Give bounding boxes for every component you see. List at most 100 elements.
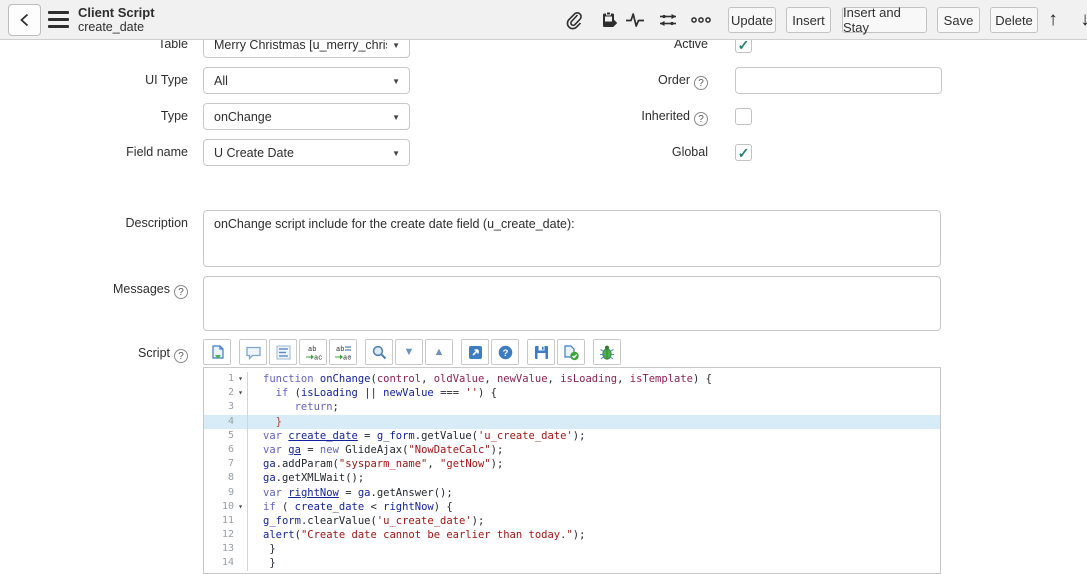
code-token: create_date bbox=[288, 429, 358, 442]
description-field[interactable]: onChange script include for the create d… bbox=[203, 210, 941, 267]
script-code-editor[interactable]: 1 ▾ function onChange(control, oldValue, n… bbox=[203, 367, 941, 574]
svg-text:ab: ab bbox=[336, 346, 344, 354]
code-line[interactable]: 10 ▾ if ( create_date < rightNow) { bbox=[204, 499, 940, 514]
code-token: = bbox=[357, 429, 377, 442]
code-token: ga bbox=[263, 458, 276, 471]
global-checkbox[interactable]: ✓ bbox=[735, 144, 752, 161]
format-code-icon[interactable] bbox=[269, 339, 297, 365]
up-arrow-icon[interactable]: ↑ bbox=[1040, 8, 1066, 32]
save-script-icon[interactable] bbox=[527, 339, 555, 365]
insert-button[interactable]: Insert bbox=[786, 7, 831, 33]
line-number: 5 bbox=[227, 429, 234, 441]
replace-icon[interactable]: ab ac bbox=[299, 339, 327, 365]
syntax-editor-toggle-icon[interactable] bbox=[203, 339, 231, 365]
code-line[interactable]: 2 ▾ if (isLoading || newValue === '') { bbox=[204, 386, 940, 401]
update-button[interactable]: Update bbox=[728, 7, 776, 33]
fold-toggle-icon[interactable]: ▾ bbox=[234, 500, 247, 514]
code-token: 'u_create_date' bbox=[477, 429, 573, 442]
code-line[interactable]: 1 ▾ function onChange(control, oldValue, n… bbox=[204, 372, 940, 387]
description-label: Description bbox=[125, 216, 188, 230]
attachment-icon[interactable] bbox=[561, 8, 587, 32]
code-line[interactable]: 5 var create_date = g_form.getValue('u_cr… bbox=[204, 428, 940, 443]
search-icon[interactable] bbox=[365, 339, 393, 365]
comment-icon[interactable] bbox=[239, 339, 267, 365]
code-token: = bbox=[338, 486, 358, 499]
code-text: alert("Create date cannot be earlier tha… bbox=[248, 528, 585, 542]
personalize-form-icon[interactable] bbox=[655, 8, 681, 32]
code-line[interactable]: 7 ga.addParam("sysparm_name", "getNow"); bbox=[204, 457, 940, 472]
code-text: if ( create_date < rightNow) { bbox=[248, 500, 453, 514]
line-number: 2 bbox=[227, 387, 234, 399]
code-token: ) { bbox=[692, 373, 712, 385]
save-button[interactable]: Save bbox=[937, 7, 980, 33]
line-number: 13 bbox=[221, 543, 234, 555]
help-icon[interactable]: ? bbox=[174, 285, 188, 299]
field-name-select[interactable]: U Create Date ▼ bbox=[203, 139, 410, 166]
code-text: return; bbox=[248, 400, 339, 414]
code-line[interactable]: 11 g_form.clearValue('u_create_date'); bbox=[204, 513, 940, 529]
ui-type-value: All bbox=[214, 73, 228, 88]
help-icon[interactable]: ? bbox=[174, 349, 188, 363]
editor-gutter: 4 bbox=[204, 414, 248, 429]
editor-gutter: 8 bbox=[204, 471, 248, 486]
code-text: } bbox=[248, 556, 276, 570]
code-line[interactable]: 3 return; bbox=[204, 400, 940, 415]
messages-field[interactable] bbox=[203, 276, 941, 331]
help-icon[interactable]: ? bbox=[694, 76, 708, 90]
checkmark-icon: ✓ bbox=[737, 144, 750, 161]
code-token: newValue bbox=[383, 387, 434, 400]
delete-button[interactable]: Delete bbox=[990, 7, 1038, 33]
open-in-new-window-icon[interactable] bbox=[461, 339, 489, 365]
down-arrow-icon[interactable]: ↓ bbox=[1072, 8, 1087, 32]
code-token: ( bbox=[275, 500, 295, 513]
type-select[interactable]: onChange ▼ bbox=[203, 103, 410, 130]
order-field[interactable] bbox=[735, 67, 942, 94]
code-token: g_form bbox=[263, 514, 301, 527]
editor-gutter: 6 bbox=[204, 442, 248, 458]
script-editor-toolbar: ab ac ab ac ▼ ▲? bbox=[203, 339, 621, 365]
code-token: , bbox=[421, 373, 434, 385]
code-text: } bbox=[248, 415, 282, 429]
find-next-icon[interactable]: ▼ bbox=[395, 339, 423, 365]
code-line[interactable]: 6 var ga = new GlideAjax("NowDateCalc"); bbox=[204, 442, 940, 458]
code-token: } bbox=[263, 557, 276, 570]
code-token: .getXMLWait(); bbox=[275, 472, 365, 485]
fold-toggle-icon[interactable]: ▾ bbox=[234, 386, 247, 400]
code-line[interactable]: 12 alert("Create date cannot be earlier t… bbox=[204, 528, 940, 543]
code-token: ga bbox=[357, 486, 371, 499]
code-token: ); bbox=[490, 443, 504, 456]
replace-all-icon[interactable]: ab ac bbox=[329, 339, 357, 365]
code-line[interactable]: 14 } bbox=[204, 556, 940, 571]
more-options-icon[interactable] bbox=[688, 8, 714, 32]
code-line[interactable]: 9 var rightNow = ga.getAnswer(); bbox=[204, 485, 940, 500]
syntax-check-icon[interactable] bbox=[557, 339, 585, 365]
inherited-checkbox[interactable] bbox=[735, 108, 752, 125]
clipboard-icon[interactable] bbox=[596, 8, 622, 32]
code-line[interactable]: 4 } bbox=[204, 414, 940, 429]
context-menu-icon[interactable] bbox=[48, 11, 69, 28]
code-line[interactable]: 13 } bbox=[204, 542, 940, 557]
code-token: } bbox=[263, 543, 276, 556]
editor-gutter: 3 bbox=[204, 400, 248, 415]
find-previous-icon[interactable]: ▲ bbox=[425, 339, 453, 365]
help-icon[interactable]: ? bbox=[491, 339, 519, 365]
insert-and-stay-button[interactable]: Insert and Stay bbox=[842, 5, 927, 35]
debug-icon[interactable] bbox=[593, 339, 621, 365]
ui-type-select[interactable]: All ▼ bbox=[203, 67, 410, 94]
back-button[interactable] bbox=[8, 4, 41, 36]
line-number: 14 bbox=[221, 557, 234, 569]
activity-stream-icon[interactable] bbox=[622, 8, 648, 32]
code-token: if bbox=[275, 387, 289, 400]
help-icon[interactable]: ? bbox=[694, 112, 708, 126]
code-token: newValue bbox=[496, 373, 548, 385]
code-token: g_form bbox=[376, 429, 415, 442]
chevron-down-icon: ▼ bbox=[392, 149, 400, 158]
fold-toggle-icon[interactable]: ▾ bbox=[234, 372, 247, 386]
code-token: || bbox=[357, 387, 384, 400]
code-line[interactable]: 8 ga.getXMLWait(); bbox=[204, 471, 940, 486]
